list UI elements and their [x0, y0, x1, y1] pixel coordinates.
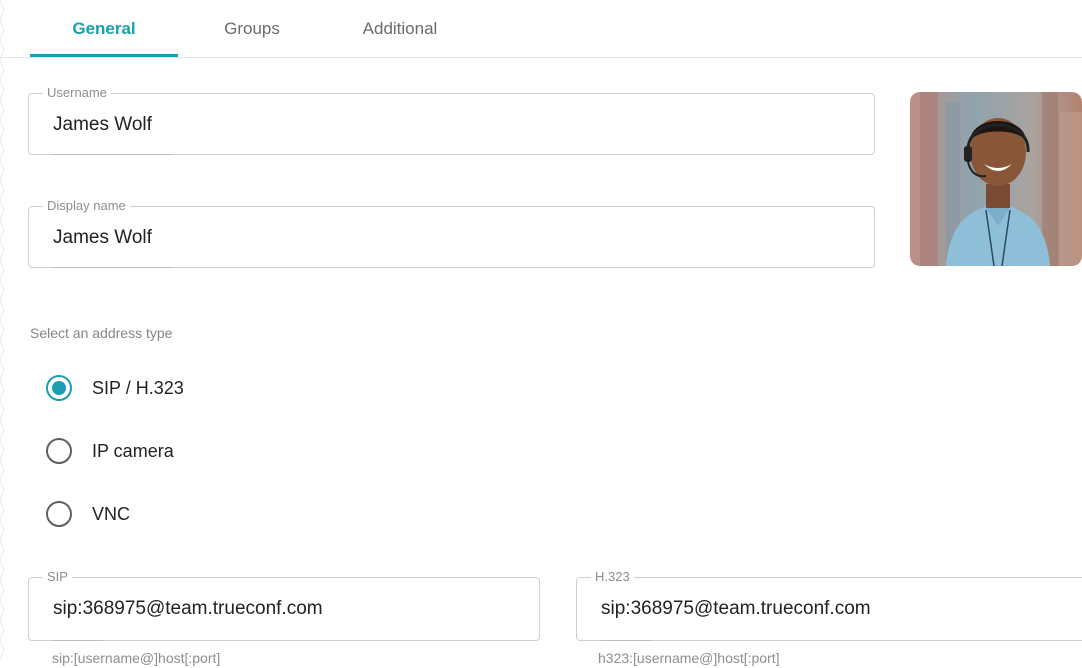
- h323-value: sip:368975@team.trueconf.com: [601, 598, 871, 619]
- display-name-value: James Wolf: [53, 227, 152, 248]
- sip-field[interactable]: SIP sip:368975@team.trueconf.com: [28, 569, 540, 641]
- display-name-field[interactable]: Display name James Wolf: [28, 198, 875, 268]
- h323-hint: h323:[username@]host[:port]: [598, 650, 780, 666]
- tab-divider: [0, 57, 1082, 58]
- username-label: Username: [43, 85, 111, 100]
- radio-sip-h323-label: SIP / H.323: [92, 377, 184, 398]
- tab-bar: General Groups Additional: [30, 0, 474, 58]
- address-type-label: Select an address type: [30, 325, 173, 341]
- tab-additional[interactable]: Additional: [326, 0, 474, 57]
- h323-underline: [601, 640, 651, 641]
- display-name-label: Display name: [43, 198, 130, 213]
- username-underline: [53, 154, 173, 155]
- radio-vnc-label: VNC: [92, 503, 131, 524]
- left-edge-decoration: [0, 0, 5, 661]
- sip-hint: sip:[username@]host[:port]: [52, 650, 221, 666]
- radio-unchecked-icon[interactable]: [46, 501, 72, 527]
- display-name-underline: [53, 267, 173, 268]
- tab-groups[interactable]: Groups: [178, 0, 326, 57]
- h323-label: H.323: [591, 569, 634, 584]
- username-field[interactable]: Username James Wolf: [28, 85, 875, 155]
- radio-checked-icon[interactable]: [46, 375, 72, 401]
- radio-unchecked-icon[interactable]: [46, 438, 72, 464]
- username-value: James Wolf: [53, 114, 152, 135]
- radio-vnc[interactable]: VNC: [46, 501, 130, 527]
- avatar[interactable]: [910, 92, 1082, 266]
- tab-general[interactable]: General: [30, 0, 178, 57]
- radio-sip-h323[interactable]: SIP / H.323: [46, 375, 184, 401]
- radio-ip-camera[interactable]: IP camera: [46, 438, 174, 464]
- sip-underline: [53, 640, 103, 641]
- radio-ip-camera-label: IP camera: [92, 440, 174, 461]
- user-photo-icon: [910, 92, 1082, 266]
- h323-field[interactable]: H.323 sip:368975@team.trueconf.com: [576, 569, 1082, 641]
- sip-label: SIP: [43, 569, 72, 584]
- sip-value: sip:368975@team.trueconf.com: [53, 598, 323, 619]
